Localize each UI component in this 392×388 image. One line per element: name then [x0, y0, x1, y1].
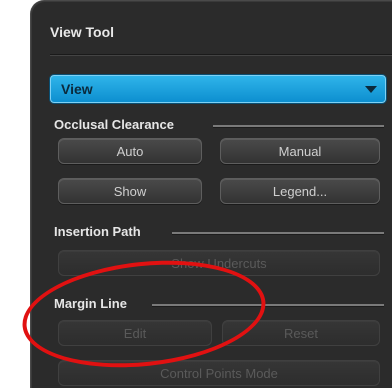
screenshot-stage: View Tool View Occlusal Clearance Auto M…	[0, 0, 392, 388]
section-divider	[172, 232, 384, 234]
section-divider	[152, 304, 384, 306]
show-undercuts-button[interactable]: Show Undercuts	[58, 250, 380, 276]
section-title-occlusal-clearance: Occlusal Clearance	[54, 117, 174, 132]
manual-button[interactable]: Manual	[220, 138, 380, 164]
panel-title: View Tool	[50, 24, 115, 40]
view-dropdown-value: View	[61, 81, 93, 97]
edit-button[interactable]: Edit	[58, 320, 212, 346]
chevron-down-icon	[365, 85, 377, 93]
section-title-margin-line: Margin Line	[54, 296, 127, 311]
view-dropdown[interactable]: View	[50, 75, 386, 103]
show-button[interactable]: Show	[58, 178, 202, 204]
auto-button[interactable]: Auto	[58, 138, 202, 164]
control-points-mode-button[interactable]: Control Points Mode	[58, 360, 380, 386]
legend-button[interactable]: Legend...	[220, 178, 380, 204]
title-divider	[50, 54, 392, 55]
reset-button[interactable]: Reset	[222, 320, 380, 346]
section-title-insertion-path: Insertion Path	[54, 224, 141, 239]
section-divider	[213, 125, 384, 127]
